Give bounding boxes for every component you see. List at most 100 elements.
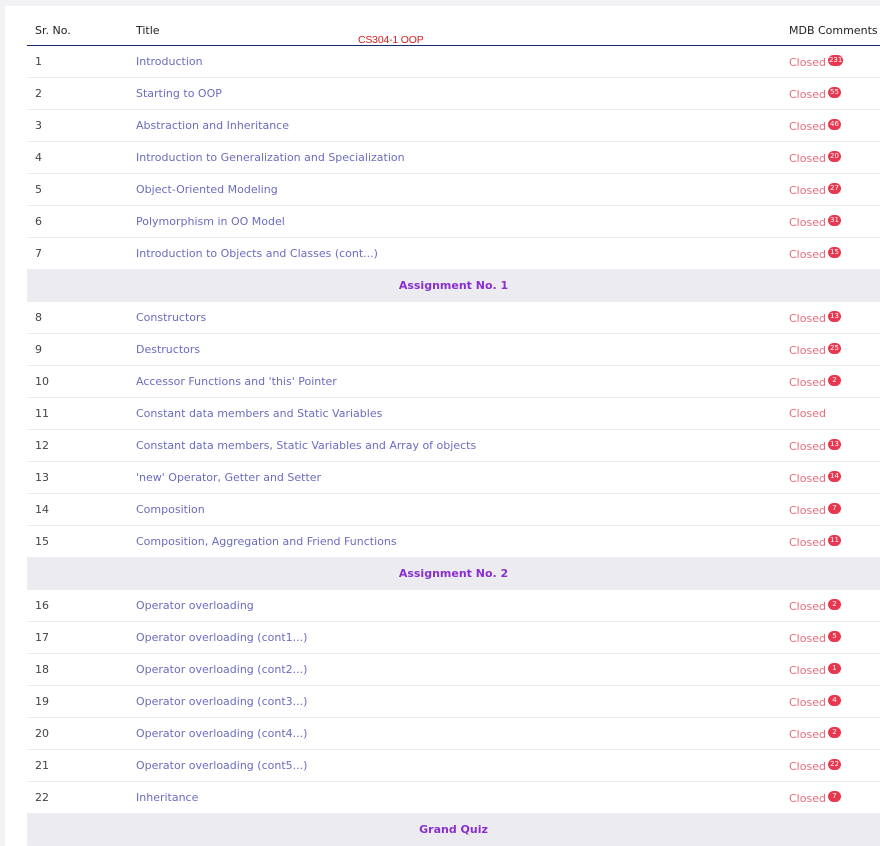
table-row: 15 Composition, Aggregation and Friend Fu… <box>27 525 880 558</box>
comment-count-badge: 14 <box>827 470 841 482</box>
table-row: 5 Object-Oriented Modeling Closed 27 <box>27 173 880 206</box>
header-mdb-comments: MDB Comments <box>781 15 880 46</box>
lesson-title-link[interactable]: Accessor Functions and 'this' Pointer <box>128 365 781 398</box>
lesson-title-link[interactable]: 'new' Operator, Getter and Setter <box>128 461 781 494</box>
lesson-title-link[interactable]: Inheritance <box>128 781 781 814</box>
table-row: 11 Constant data members and Static Varia… <box>27 397 880 430</box>
status-text: Closed <box>789 695 826 709</box>
status-text: Closed <box>789 471 826 485</box>
lesson-title-link[interactable]: Operator overloading (cont3...) <box>128 685 781 718</box>
status-text: Closed <box>789 119 826 133</box>
mdb-comments-cell[interactable]: Closed 2 <box>781 717 880 750</box>
status-text: Closed <box>789 375 826 389</box>
table-row: 8 Constructors Closed 13 <box>27 301 880 334</box>
lesson-title-link[interactable]: Constructors <box>128 301 781 334</box>
comment-count-badge: 20 <box>827 150 841 162</box>
comment-count-badge: 55 <box>827 86 841 98</box>
lesson-title-link[interactable]: Operator overloading (cont4...) <box>128 717 781 750</box>
table-row: 14 Composition Closed 7 <box>27 493 880 526</box>
status-text: Closed <box>789 343 826 357</box>
status-text: Closed <box>789 151 826 165</box>
status-text: Closed <box>789 631 826 645</box>
mdb-comments-cell[interactable]: Closed 20 <box>781 141 880 174</box>
mdb-comments-cell[interactable]: Closed 13 <box>781 429 880 462</box>
table-row: 12 Constant data members, Static Variable… <box>27 429 880 462</box>
comment-count-badge: 27 <box>827 182 841 194</box>
mdb-comments-cell[interactable]: Closed 31 <box>781 205 880 238</box>
mdb-comments-cell[interactable]: Closed 15 <box>781 237 880 270</box>
table-row: 2 Starting to OOP Closed 55 <box>27 77 880 110</box>
lesson-title-link[interactable]: Composition <box>128 493 781 526</box>
row-sr-no: 13 <box>27 461 128 494</box>
status-text: Closed <box>789 791 826 805</box>
status-text: Closed <box>789 247 826 261</box>
section-row: Grand Quiz <box>27 813 880 846</box>
row-sr-no: 4 <box>27 141 128 174</box>
mdb-comments-cell[interactable]: Closed 14 <box>781 461 880 494</box>
mdb-comments-cell[interactable]: Closed 27 <box>781 173 880 206</box>
lesson-title-link[interactable]: Constant data members, Static Variables … <box>128 429 781 462</box>
mdb-comments-cell[interactable]: Closed 4 <box>781 685 880 718</box>
row-sr-no: 14 <box>27 493 128 526</box>
table-row: 1 Introduction Closed 231 <box>27 45 880 78</box>
comment-count-badge: 2 <box>827 374 841 386</box>
status-text: Closed <box>789 311 826 325</box>
row-sr-no: 12 <box>27 429 128 462</box>
mdb-comments-cell[interactable]: Closed 7 <box>781 781 880 814</box>
mdb-comments-cell[interactable]: Closed 5 <box>781 621 880 654</box>
status-text: Closed <box>789 759 826 773</box>
comment-count-badge: 13 <box>827 310 841 322</box>
comment-count-badge: 25 <box>827 342 841 354</box>
lesson-title-link[interactable]: Operator overloading (cont1...) <box>128 621 781 654</box>
comment-count-badge: 22 <box>827 758 841 770</box>
row-sr-no: 19 <box>27 685 128 718</box>
mdb-comments-cell[interactable]: Closed 55 <box>781 77 880 110</box>
comment-count-badge: 31 <box>827 214 841 226</box>
header-sr-no: Sr. No. <box>27 15 128 46</box>
mdb-comments-cell[interactable]: Closed <box>781 397 880 430</box>
lesson-title-link[interactable]: Constant data members and Static Variabl… <box>128 397 781 430</box>
lessons-table: Sr. No. Title MDB Comments 1 Introduction… <box>27 15 880 846</box>
mdb-comments-cell[interactable]: Closed 46 <box>781 109 880 142</box>
mdb-comments-cell[interactable]: Closed 11 <box>781 525 880 558</box>
row-sr-no: 20 <box>27 717 128 750</box>
comment-count-badge: 7 <box>827 790 841 802</box>
comment-count-badge: 231 <box>827 54 844 66</box>
lesson-title-link[interactable]: Polymorphism in OO Model <box>128 205 781 238</box>
mdb-comments-cell[interactable]: Closed 231 <box>781 45 880 78</box>
comment-count-badge: 11 <box>827 534 841 546</box>
comment-count-badge: 1 <box>827 662 841 674</box>
lesson-title-link[interactable]: Operator overloading (cont2...) <box>128 653 781 686</box>
comment-count-badge: 5 <box>827 630 841 642</box>
row-sr-no: 10 <box>27 365 128 398</box>
mdb-comments-cell[interactable]: Closed 22 <box>781 749 880 782</box>
table-row: 10 Accessor Functions and 'this' Pointer C… <box>27 365 880 398</box>
mdb-comments-cell[interactable]: Closed 1 <box>781 653 880 686</box>
mdb-comments-cell[interactable]: Closed 13 <box>781 301 880 334</box>
lesson-title-link[interactable]: Abstraction and Inheritance <box>128 109 781 142</box>
mdb-comments-cell[interactable]: Closed 7 <box>781 493 880 526</box>
row-sr-no: 1 <box>27 45 128 78</box>
lesson-title-link[interactable]: Introduction <box>128 45 781 78</box>
row-sr-no: 5 <box>27 173 128 206</box>
lesson-title-link[interactable]: Composition, Aggregation and Friend Func… <box>128 525 781 558</box>
lesson-title-link[interactable]: Operator overloading <box>128 589 781 622</box>
status-text: Closed <box>789 183 826 197</box>
lesson-title-link[interactable]: Destructors <box>128 333 781 366</box>
table-row: 7 Introduction to Objects and Classes (co… <box>27 237 880 270</box>
comment-count-badge: 2 <box>827 598 841 610</box>
lesson-title-link[interactable]: Introduction to Objects and Classes (con… <box>128 237 781 270</box>
lesson-title-link[interactable]: Object-Oriented Modeling <box>128 173 781 206</box>
header-title: Title <box>128 15 781 46</box>
table-row: 19 Operator overloading (cont3...) Closed 4 <box>27 685 880 718</box>
row-sr-no: 6 <box>27 205 128 238</box>
mdb-comments-cell[interactable]: Closed 25 <box>781 333 880 366</box>
status-text: Closed <box>789 87 826 101</box>
lesson-title-link[interactable]: Starting to OOP <box>128 77 781 110</box>
lesson-title-link[interactable]: Introduction to Generalization and Speci… <box>128 141 781 174</box>
mdb-comments-cell[interactable]: Closed 2 <box>781 365 880 398</box>
status-text: Closed <box>789 535 826 549</box>
status-text: Closed <box>789 599 826 613</box>
mdb-comments-cell[interactable]: Closed 2 <box>781 589 880 622</box>
lesson-title-link[interactable]: Operator overloading (cont5...) <box>128 749 781 782</box>
